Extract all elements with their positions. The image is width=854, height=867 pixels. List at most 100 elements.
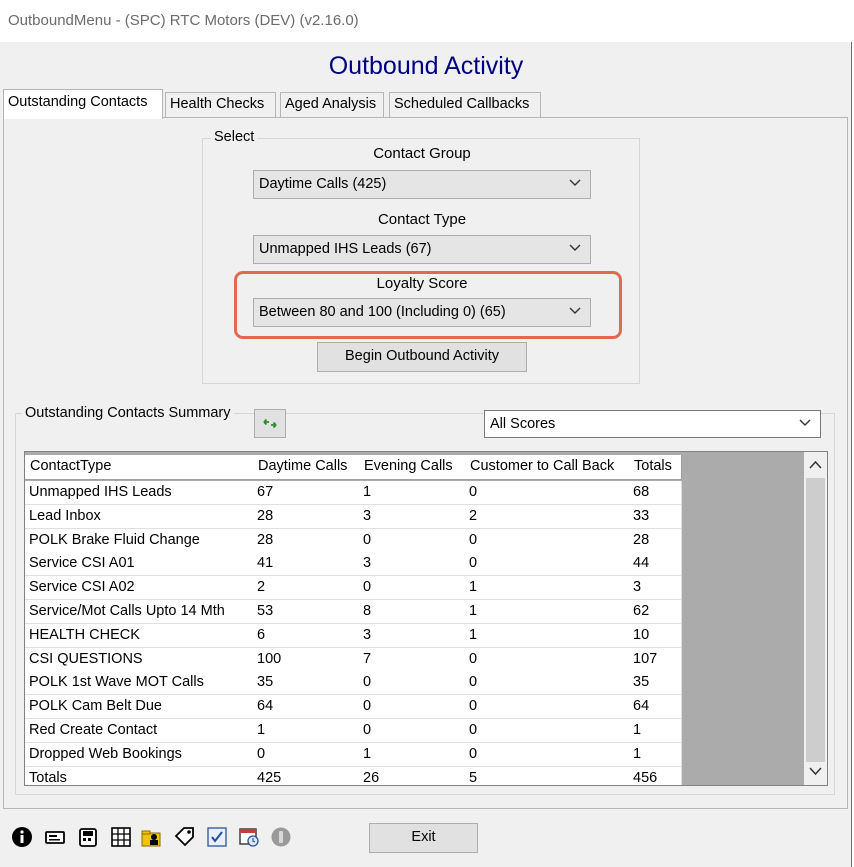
table-cell-customer-to-call-back[interactable]: 0: [465, 552, 630, 577]
table-cell-daytime-calls[interactable]: 100: [253, 647, 360, 672]
table-cell-evening-calls[interactable]: 0: [359, 671, 466, 696]
table-cell-daytime-calls[interactable]: 35: [253, 671, 360, 696]
table-cell-totals[interactable]: 107: [629, 647, 682, 672]
column-header-customer-to-call-back[interactable]: Customer to Call Back: [465, 455, 630, 480]
column-header-daytime-calls[interactable]: Daytime Calls: [253, 455, 360, 480]
score-filter-dropdown[interactable]: All Scores: [484, 410, 821, 438]
table-cell-totals[interactable]: 44: [629, 552, 682, 577]
table-cell-contact-type[interactable]: POLK Cam Belt Due: [25, 695, 254, 720]
table-cell-totals[interactable]: 62: [629, 600, 682, 624]
table-cell-daytime-calls[interactable]: 64: [253, 695, 360, 720]
tab-scheduled-callbacks[interactable]: Scheduled Callbacks: [389, 92, 541, 118]
calendar-clock-icon[interactable]: [238, 826, 260, 848]
table-cell-evening-calls[interactable]: 3: [359, 623, 466, 648]
table-cell-daytime-calls[interactable]: 53: [253, 600, 360, 624]
table-cell-evening-calls[interactable]: 1: [359, 481, 466, 505]
table-cell-customer-to-call-back[interactable]: 0: [465, 742, 630, 767]
table-cell-totals[interactable]: 35: [629, 671, 682, 696]
table-cell-contact-type[interactable]: Service CSI A01: [25, 552, 254, 577]
tab-outstanding-contacts[interactable]: Outstanding Contacts: [3, 89, 163, 119]
tab-health-checks[interactable]: Health Checks: [165, 92, 276, 118]
grid-calculator-icon[interactable]: [110, 826, 132, 848]
table-cell-evening-calls[interactable]: 0: [359, 576, 466, 601]
folder-user-icon[interactable]: [140, 826, 162, 848]
table-cell-evening-calls[interactable]: 3: [359, 504, 466, 529]
table-cell-customer-to-call-back[interactable]: 1: [465, 600, 630, 624]
table-cell-contact-type[interactable]: Lead Inbox: [25, 504, 254, 529]
table-cell-evening-calls[interactable]: 8: [359, 600, 466, 624]
title-bar[interactable]: OutboundMenu - (SPC) RTC Motors (DEV) (v…: [0, 0, 852, 42]
scrollbar-thumb[interactable]: [806, 478, 825, 762]
begin-outbound-activity-button[interactable]: Begin Outbound Activity: [317, 342, 527, 372]
table-cell-evening-calls[interactable]: 3: [359, 552, 466, 577]
table-cell-contact-type[interactable]: Totals: [25, 766, 254, 785]
table-cell-contact-type[interactable]: Dropped Web Bookings: [25, 742, 254, 767]
table-cell-totals[interactable]: 28: [629, 528, 682, 553]
table-cell-totals[interactable]: 1: [629, 719, 682, 743]
table-cell-evening-calls[interactable]: 26: [359, 766, 466, 785]
table-cell-totals[interactable]: 1: [629, 742, 682, 767]
window-title: OutboundMenu - (SPC) RTC Motors (DEV) (v…: [8, 12, 359, 29]
table-cell-totals[interactable]: 33: [629, 504, 682, 529]
refresh-button[interactable]: [254, 409, 286, 438]
table-cell-customer-to-call-back[interactable]: 0: [465, 647, 630, 672]
table-cell-contact-type[interactable]: CSI QUESTIONS: [25, 647, 254, 672]
contact-type-dropdown[interactable]: Unmapped IHS Leads (67): [253, 235, 591, 264]
table-cell-evening-calls[interactable]: 1: [359, 742, 466, 767]
score-filter-value: All Scores: [490, 416, 556, 432]
table-cell-customer-to-call-back[interactable]: 0: [465, 528, 630, 553]
table-cell-customer-to-call-back[interactable]: 1: [465, 623, 630, 648]
table-cell-customer-to-call-back[interactable]: 1: [465, 576, 630, 601]
table-cell-contact-type[interactable]: Unmapped IHS Leads: [25, 481, 254, 505]
contact-group-label: Contact Group: [373, 145, 471, 162]
table-cell-daytime-calls[interactable]: 6: [253, 623, 360, 648]
tab-aged-analysis[interactable]: Aged Analysis: [280, 92, 384, 118]
table-cell-totals[interactable]: 456: [629, 766, 682, 785]
table-cell-customer-to-call-back[interactable]: 0: [465, 671, 630, 696]
table-cell-totals[interactable]: 68: [629, 481, 682, 505]
tag-icon[interactable]: [173, 826, 195, 848]
table-cell-contact-type[interactable]: POLK Brake Fluid Change: [25, 528, 254, 553]
table-cell-daytime-calls[interactable]: 0: [253, 742, 360, 767]
contacts-summary-grid[interactable]: ContactType Daytime Calls Evening Calls Cus…: [24, 451, 828, 786]
loyalty-score-highlight: [234, 271, 622, 339]
table-cell-evening-calls[interactable]: 7: [359, 647, 466, 672]
contact-group-dropdown[interactable]: Daytime Calls (425): [253, 170, 591, 199]
table-cell-evening-calls[interactable]: 0: [359, 719, 466, 743]
table-cell-customer-to-call-back[interactable]: 2: [465, 504, 630, 529]
table-cell-daytime-calls[interactable]: 2: [253, 576, 360, 601]
table-cell-daytime-calls[interactable]: 1: [253, 719, 360, 743]
table-cell-evening-calls[interactable]: 0: [359, 528, 466, 553]
column-header-contact-type[interactable]: ContactType: [25, 455, 254, 480]
table-cell-daytime-calls[interactable]: 425: [253, 766, 360, 785]
select-legend: Select: [211, 129, 258, 145]
table-cell-daytime-calls[interactable]: 28: [253, 504, 360, 529]
power-icon[interactable]: [270, 826, 292, 848]
table-cell-customer-to-call-back[interactable]: 0: [465, 481, 630, 505]
table-cell-daytime-calls[interactable]: 67: [253, 481, 360, 505]
scroll-up-icon[interactable]: [804, 454, 827, 476]
table-cell-contact-type[interactable]: Service/Mot Calls Upto 14 Mth: [25, 600, 254, 624]
table-cell-customer-to-call-back[interactable]: 5: [465, 766, 630, 785]
table-cell-evening-calls[interactable]: 0: [359, 695, 466, 720]
table-cell-contact-type[interactable]: Red Create Contact: [25, 719, 254, 743]
table-cell-daytime-calls[interactable]: 41: [253, 552, 360, 577]
table-cell-daytime-calls[interactable]: 28: [253, 528, 360, 553]
column-header-evening-calls[interactable]: Evening Calls: [359, 455, 466, 480]
table-cell-contact-type[interactable]: Service CSI A02: [25, 576, 254, 601]
refresh-icon: [263, 418, 277, 429]
checklist-icon[interactable]: [206, 826, 228, 848]
table-cell-contact-type[interactable]: HEALTH CHECK: [25, 623, 254, 648]
card-reader-icon[interactable]: [44, 826, 66, 848]
table-cell-customer-to-call-back[interactable]: 0: [465, 695, 630, 720]
table-cell-totals[interactable]: 64: [629, 695, 682, 720]
scroll-down-icon[interactable]: [804, 760, 827, 782]
exit-button[interactable]: Exit: [369, 823, 478, 853]
column-header-totals[interactable]: Totals: [629, 455, 682, 480]
table-cell-totals[interactable]: 3: [629, 576, 682, 601]
info-icon[interactable]: [11, 826, 33, 848]
table-cell-totals[interactable]: 10: [629, 623, 682, 648]
phone-icon[interactable]: [77, 826, 99, 848]
table-cell-customer-to-call-back[interactable]: 0: [465, 719, 630, 743]
table-cell-contact-type[interactable]: POLK 1st Wave MOT Calls: [25, 671, 254, 696]
